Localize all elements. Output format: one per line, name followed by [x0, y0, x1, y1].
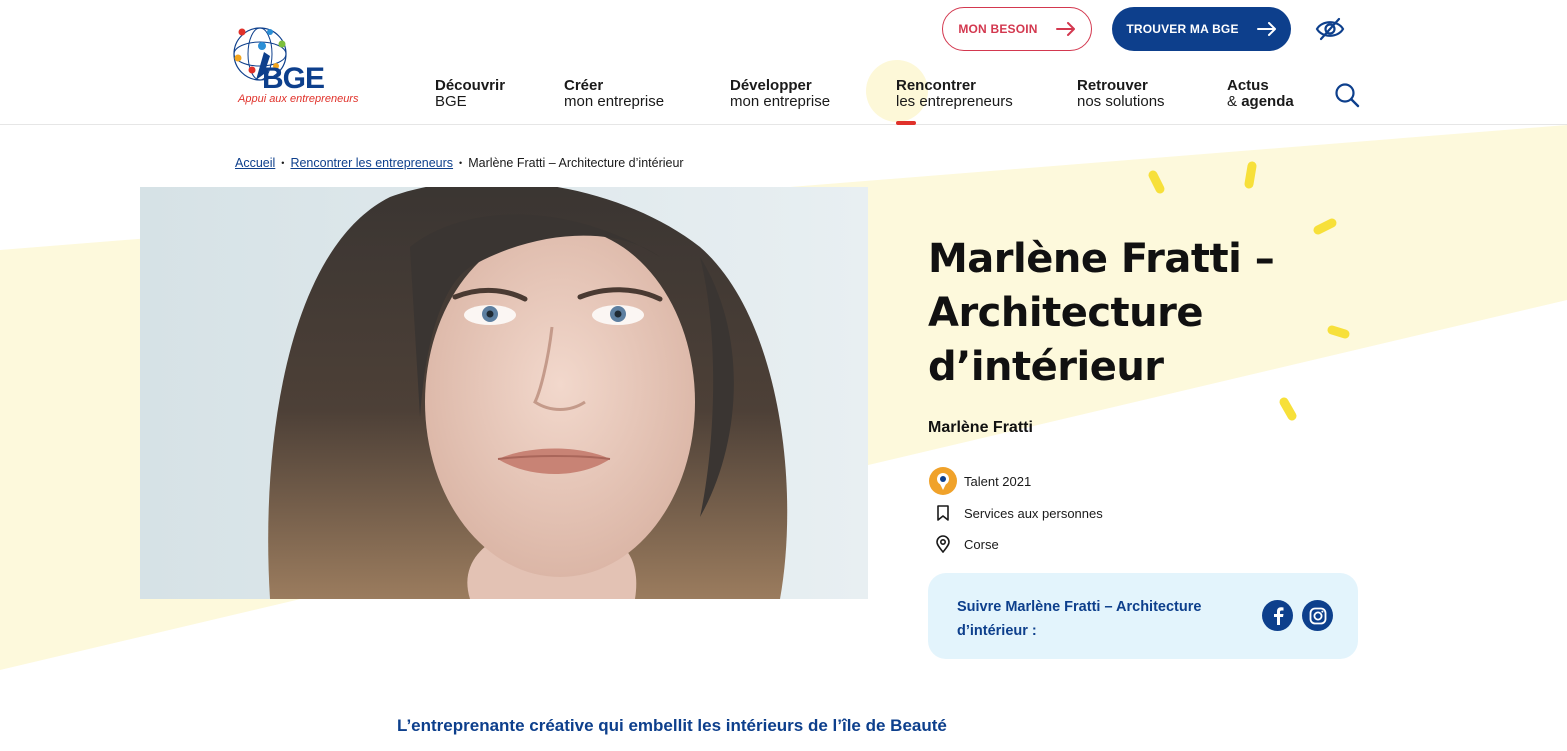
breadcrumb-separator: •	[459, 158, 463, 168]
nav-item-label: Actus	[1227, 77, 1269, 94]
region-tag: Corse	[928, 529, 999, 559]
nav-item-sublabel: les entrepreneurs	[896, 93, 1013, 110]
trouver-ma-bge-button[interactable]: TROUVER MA BGE	[1112, 7, 1291, 51]
nav-item-sublabel: & agenda	[1227, 93, 1294, 110]
portrait-photo	[140, 187, 868, 599]
mon-besoin-button[interactable]: MON BESOIN	[942, 7, 1092, 51]
follow-label: Suivre Marlène Fratti – Architecture d’i…	[957, 599, 1202, 639]
category-tag: Services aux personnes	[928, 498, 1103, 528]
arrow-right-icon	[1055, 22, 1075, 36]
nav-item-retrouver[interactable]: Retrouver nos solutions	[1077, 78, 1165, 118]
talent-badge: Talent 2021	[928, 466, 1031, 496]
breadcrumb-home-link[interactable]: Accueil	[235, 156, 275, 170]
nav-item-label: Retrouver	[1077, 77, 1148, 94]
nav-item-developper[interactable]: Développer mon entreprise	[730, 78, 830, 118]
breadcrumb-separator: •	[281, 158, 285, 168]
eye-icon[interactable]	[1315, 16, 1345, 42]
entrepreneur-name: Marlène Fratti	[928, 419, 1033, 436]
region-label: Corse	[964, 536, 999, 552]
search-icon[interactable]	[1334, 82, 1360, 108]
trophy-icon	[928, 466, 958, 496]
nav-item-label: Découvrir	[435, 77, 506, 94]
follow-panel: Suivre Marlène Fratti – Architecture d’i…	[928, 573, 1358, 659]
intro-heading: L’entreprenante créative qui embellit le…	[397, 716, 947, 735]
facebook-icon[interactable]	[1262, 600, 1293, 631]
page-title: Marlène Fratti – Architecture d’intérieu…	[928, 236, 1275, 390]
nav-item-actus[interactable]: Actus & agenda	[1227, 78, 1294, 118]
nav-item-label: Développer	[730, 77, 812, 94]
breadcrumb-section-link[interactable]: Rencontrer les entrepreneurs	[290, 156, 453, 170]
trouver-ma-bge-label: TROUVER MA BGE	[1126, 22, 1239, 36]
nav-item-label: Rencontrer	[896, 77, 977, 94]
mon-besoin-label: MON BESOIN	[958, 22, 1038, 36]
nav-item-creer[interactable]: Créer mon entreprise	[564, 78, 664, 118]
nav-item-decouvrir[interactable]: Découvrir BGE	[435, 78, 505, 118]
nav-item-sublabel: mon entreprise	[564, 93, 665, 110]
arrow-right-icon	[1256, 22, 1276, 36]
site-header: BGE Appui aux entrepreneurs MON BESOIN T…	[0, 0, 1567, 125]
nav-item-sublabel: mon entreprise	[730, 93, 831, 110]
nav-item-rencontrer[interactable]: Rencontrer les entrepreneurs	[896, 78, 1013, 118]
nav-item-sublabel: nos solutions	[1077, 93, 1165, 110]
category-label: Services aux personnes	[964, 505, 1103, 521]
logo-tagline: Appui aux entrepreneurs	[238, 93, 359, 105]
breadcrumb: Accueil • Rencontrer les entrepreneurs •…	[235, 156, 684, 170]
logo-wordmark: BGE	[262, 62, 325, 95]
bookmark-icon	[928, 498, 958, 528]
instagram-icon[interactable]	[1302, 600, 1333, 631]
nav-item-label: Créer	[564, 77, 604, 94]
nav-item-sublabel: BGE	[435, 93, 467, 110]
location-pin-icon	[928, 529, 958, 559]
talent-label: Talent 2021	[964, 473, 1032, 489]
nav-active-underline	[896, 121, 916, 125]
breadcrumb-current: Marlène Fratti – Architecture d’intérieu…	[468, 156, 684, 170]
